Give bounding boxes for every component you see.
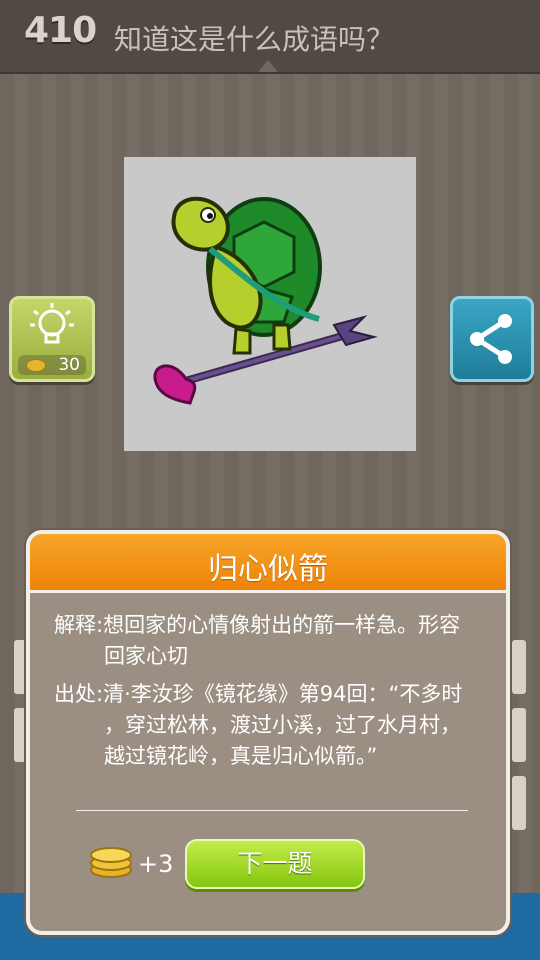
- level-number: 410: [24, 10, 97, 51]
- share-button[interactable]: [450, 296, 534, 382]
- source-label: 出处:: [54, 682, 104, 706]
- lightbulb-icon: [30, 303, 74, 344]
- source-line-3: 越过镜花岭，真是归心似箭。”: [104, 744, 378, 768]
- puzzle-image: [124, 157, 416, 451]
- coin-icon: [26, 359, 46, 372]
- hint-cost-badge: 30: [18, 355, 86, 375]
- hint-cost-value: 30: [58, 355, 80, 375]
- divider: [76, 810, 468, 811]
- next-question-button[interactable]: 下一题: [185, 839, 365, 889]
- coin-stack-icon: [90, 847, 132, 878]
- right-option-tab: [512, 776, 526, 830]
- reward-amount: +3: [138, 850, 174, 878]
- dialog-header: 归心似箭: [30, 534, 506, 593]
- explanation-line-1: 想回家的心情像射出的箭一样急。形容: [103, 613, 461, 637]
- source-line-2: ，穿过松林，渡过小溪，过了水月村，: [104, 713, 461, 737]
- share-icon: [470, 314, 512, 364]
- source-line-1: 清·李汝珍《镜花缘》第94回：“不多时: [103, 682, 463, 706]
- explanation-label: 解释:: [54, 613, 104, 637]
- header-notch: [258, 60, 278, 72]
- idiom-title: 归心似箭: [208, 552, 328, 587]
- right-option-tab: [512, 640, 526, 694]
- answer-dialog: 归心似箭 解释:想回家的心情像射出的箭一样急。形容 回家心切 出处:清·李汝珍《…: [26, 530, 510, 935]
- explanation-block: 解释:想回家的心情像射出的箭一样急。形容 回家心切: [54, 610, 494, 672]
- top-bar: 410 知道这是什么成语吗？: [0, 0, 540, 74]
- hint-button[interactable]: 30: [9, 296, 95, 382]
- right-option-tab: [512, 708, 526, 762]
- source-block: 出处:清·李汝珍《镜花缘》第94回：“不多时 ，穿过松林，渡过小溪，过了水月村，…: [54, 679, 494, 772]
- question-text: 知道这是什么成语吗？: [114, 23, 395, 56]
- explanation-line-2: 回家心切: [104, 644, 188, 668]
- turtle-on-arrow-picture: [153, 196, 378, 405]
